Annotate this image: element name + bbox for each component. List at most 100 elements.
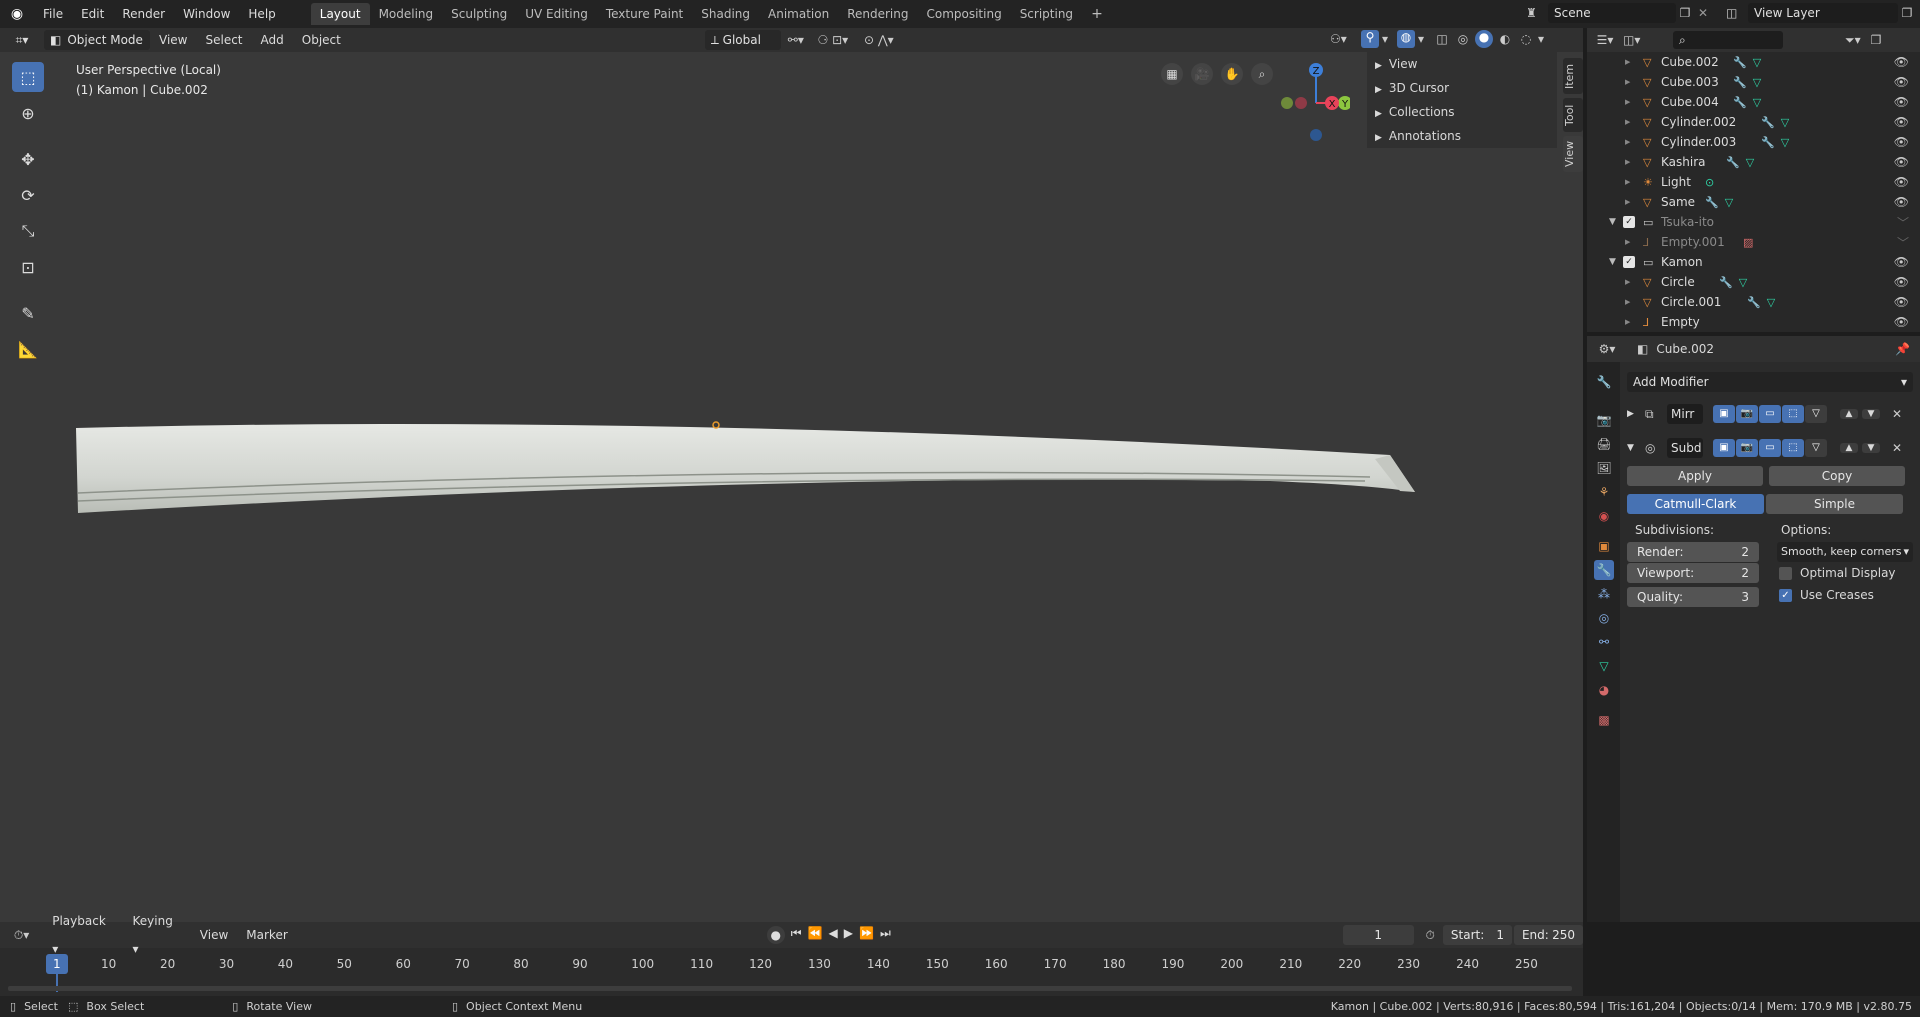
select-box-tool-icon[interactable]: ⬚ (12, 62, 44, 92)
mesh-data-icon[interactable]: ▽ (1746, 156, 1754, 169)
delete-scene-icon[interactable]: ✕ (1694, 6, 1712, 20)
menu-help[interactable]: Help (239, 0, 284, 28)
outliner-row[interactable]: ▶ ▽ Cube.004 🔧 ▽ 👁 (1587, 92, 1917, 112)
tab-sculpting[interactable]: Sculpting (442, 3, 516, 25)
use-creases-checkbox[interactable]: ✓ (1779, 588, 1792, 602)
overlay-dropdown-icon[interactable]: ▾ (1418, 32, 1430, 46)
mesh-data-icon[interactable]: ▽ (1753, 76, 1761, 89)
outliner-row[interactable]: ▶ ▽ Cylinder.003 🔧 ▽ 👁 (1587, 132, 1917, 152)
image-icon[interactable]: ▨ (1743, 236, 1753, 249)
timeline-editor-type-icon[interactable]: ⏱▾ (0, 928, 43, 943)
preview-range-icon[interactable]: ⏱ (1426, 928, 1435, 943)
npanel-view[interactable]: ▶ View (1367, 52, 1557, 76)
wrench-icon[interactable]: 🔧 (1733, 56, 1747, 69)
gizmo-toggle-icon[interactable]: ⚲ (1361, 30, 1379, 48)
output-tab-icon[interactable]: 🖨 (1594, 434, 1614, 454)
visibility-eye-icon[interactable]: 👁 (1894, 175, 1909, 189)
next-keyframe-icon[interactable]: ⏩ (859, 926, 874, 944)
render-toggle-icon[interactable]: 📷 (1736, 405, 1758, 423)
mesh-data-icon[interactable]: ▽ (1781, 116, 1789, 129)
visibility-eye-icon[interactable]: 👁 (1894, 55, 1909, 69)
tab-shading[interactable]: Shading (692, 3, 759, 25)
proportional-edit-icon[interactable]: ⊙ ⋀▾ (855, 33, 903, 47)
viewport-levels-field[interactable]: Viewport: 2 (1627, 563, 1759, 583)
tab-rendering[interactable]: Rendering (838, 3, 917, 25)
viewport-toggle-icon[interactable]: ▭ (1759, 439, 1781, 457)
axis-neg-x-icon[interactable] (1295, 97, 1307, 109)
wrench-icon[interactable]: 🔧 (1761, 136, 1775, 149)
constraints-tab-icon[interactable]: ⚯ (1594, 632, 1614, 652)
visibility-eye-icon[interactable]: ﹀ (1897, 234, 1909, 251)
pin-icon[interactable]: 📌 (1895, 342, 1910, 356)
expand-icon[interactable]: ▶ (1625, 98, 1630, 106)
collapse-modifier-icon[interactable]: ▼ (1627, 443, 1641, 453)
frame-ruler[interactable]: 1 10 20 30 40 50 60 70 80 90 100 110 120 130 140 150 160… (0, 954, 1583, 974)
render-tab-icon[interactable]: 📷 (1594, 410, 1614, 430)
light-data-icon[interactable]: ⊙ (1705, 176, 1714, 189)
data-tab-icon[interactable]: ▽ (1594, 656, 1614, 676)
collapse-icon[interactable]: ▼ (1609, 217, 1616, 227)
remove-modifier-icon[interactable]: ✕ (1892, 441, 1902, 455)
move-down-icon[interactable]: ▼ (1862, 409, 1880, 419)
new-scene-icon[interactable]: ❐ (1676, 6, 1694, 20)
wrench-icon[interactable]: 🔧 (1747, 296, 1761, 309)
gizmo-dropdown-icon[interactable]: ▾ (1382, 32, 1394, 46)
visibility-eye-icon[interactable]: 👁 (1894, 275, 1909, 289)
tab-uv-editing[interactable]: UV Editing (516, 3, 597, 25)
blade-mesh[interactable] (70, 415, 1420, 515)
collection-checkbox[interactable]: ✓ (1623, 216, 1635, 228)
collapse-icon[interactable]: ▼ (1609, 257, 1616, 267)
mesh-data-icon[interactable]: ▽ (1781, 136, 1789, 149)
outliner-search-input[interactable]: ⌕ (1673, 31, 1783, 49)
snap-icon[interactable]: ⚆ ⊡▾ (811, 33, 855, 47)
subsurf-name-input[interactable]: Subd (1667, 438, 1703, 458)
expand-icon[interactable]: ▶ (1625, 278, 1630, 286)
expand-icon[interactable]: ▶ (1625, 318, 1630, 326)
vtab-item[interactable]: Item (1563, 58, 1583, 94)
outliner-row[interactable]: ▶ ☀ Light ⊙ 👁 (1587, 172, 1917, 192)
mesh-data-icon[interactable]: ▽ (1739, 276, 1747, 289)
prev-keyframe-icon[interactable]: ⏪ (808, 926, 823, 944)
xray-icon[interactable]: ◫ (1433, 32, 1451, 46)
modifier-tab-icon[interactable]: 🔧 (1594, 560, 1614, 580)
filter-icon[interactable]: ⏷▾ (1845, 33, 1861, 48)
rotate-tool-icon[interactable]: ⟳ (12, 180, 44, 210)
jump-start-icon[interactable]: ⏮ (791, 926, 802, 944)
camera-view-icon[interactable]: 🎥 (1191, 63, 1213, 85)
scene-icon[interactable]: ♜ (1526, 6, 1548, 20)
quality-field[interactable]: Quality: 3 (1627, 587, 1759, 607)
timeline-view-menu[interactable]: View (191, 921, 237, 949)
cursor-tool-icon[interactable]: ⊕ (12, 98, 44, 128)
view-layer-tab-icon[interactable]: 🖼 (1594, 458, 1614, 478)
menu-edit[interactable]: Edit (72, 0, 113, 28)
outliner-row[interactable]: ▶ ⅃ Empty.001 ▨ ﹀ (1587, 232, 1917, 252)
toggle-ortho-icon[interactable]: ▦ (1161, 63, 1183, 85)
annotate-tool-icon[interactable]: ✎ (12, 298, 44, 328)
mesh-data-icon[interactable]: ▽ (1725, 196, 1733, 209)
expand-icon[interactable]: ▶ (1625, 118, 1630, 126)
play-icon[interactable]: ▶ (844, 926, 853, 944)
wrench-icon[interactable]: 🔧 (1761, 116, 1775, 129)
tab-animation[interactable]: Animation (759, 3, 838, 25)
apply-button[interactable]: Apply (1627, 466, 1763, 486)
pivot-icon[interactable]: ⚯▾ (781, 33, 811, 47)
outliner-row[interactable]: ▼ ✓ ▭ Tsuka-ito ﹀ (1587, 212, 1917, 232)
wireframe-shading-icon[interactable]: ◎ (1454, 32, 1472, 46)
vtab-view[interactable]: View (1563, 136, 1583, 172)
end-frame-field[interactable]: End: 250 (1513, 925, 1584, 945)
scene-tab-icon[interactable]: ⚘ (1594, 482, 1614, 502)
visibility-eye-icon[interactable]: 👁 (1894, 95, 1909, 109)
mesh-data-icon[interactable]: ▽ (1767, 296, 1775, 309)
outliner-row[interactable]: ▶ ▽ Circle 🔧 ▽ 👁 (1587, 272, 1917, 292)
tab-compositing[interactable]: Compositing (917, 3, 1010, 25)
wrench-icon[interactable]: 🔧 (1733, 96, 1747, 109)
outliner-row[interactable]: ▶ ▽ Cube.002 🔧 ▽ 👁 (1587, 52, 1917, 72)
delete-view-layer-icon[interactable]: ✕ (1916, 6, 1920, 20)
visibility-eye-icon[interactable]: 👁 (1894, 295, 1909, 309)
expand-icon[interactable]: ▶ (1625, 238, 1630, 246)
outliner-row[interactable]: ▶ ▽ Same 🔧 ▽ 👁 (1587, 192, 1917, 212)
mirror-name-input[interactable]: Mirr (1667, 404, 1703, 424)
move-up-icon[interactable]: ▲ (1840, 443, 1858, 453)
outliner-row[interactable]: ▶ ⅃ Empty 👁 (1587, 312, 1917, 332)
on-cage-icon[interactable]: ▽ (1805, 439, 1827, 457)
